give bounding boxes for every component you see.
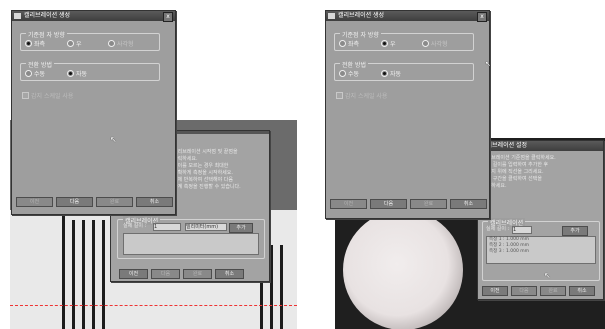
mouse-pointer-icon: ↖ [544, 271, 551, 280]
radio-dot [25, 70, 32, 77]
window-title: 캘리브레이션 생성 [24, 12, 71, 19]
finish-button[interactable]: 완료 [183, 269, 212, 279]
radio-label: 자동 [76, 71, 88, 78]
radio-manual[interactable]: 수동 [25, 69, 45, 78]
close-icon[interactable]: x [163, 12, 173, 22]
checkbox-label: 감지 스케일 사용 [345, 93, 388, 100]
radio-label: 사각형 [117, 41, 134, 48]
radio-label: 우 [76, 41, 82, 48]
dialog-buttons: 이전 다음 완료 취소 [330, 199, 487, 209]
group-caption: 전환 방법 [26, 60, 54, 69]
instructions-text: 캘리브레이션 시작점 및 끝점을 클릭하세요. 길이를 모르는 경우 최대한 정… [173, 149, 241, 190]
mouse-pointer-icon: ↖ [110, 135, 117, 144]
radio-label: 수동 [348, 71, 360, 78]
checkbox-box [22, 92, 29, 99]
instructions-text: 캘리브레이션 기준점을 클릭하세요. 측정 길이를 입력하여 추가한 후 이미지… [482, 155, 556, 189]
radio-dot [67, 70, 74, 77]
radio-right-edge[interactable]: 우 [67, 39, 82, 48]
prev-button[interactable]: 이전 [330, 199, 367, 209]
radio-auto[interactable]: 자동 [67, 69, 87, 78]
add-button[interactable]: 추가 [229, 223, 253, 233]
radio-label: 좌측 [348, 41, 360, 48]
finish-button[interactable]: 완료 [96, 197, 133, 207]
finish-button[interactable]: 완료 [540, 286, 566, 296]
checkbox-label: 감지 스케일 사용 [31, 93, 74, 100]
next-button[interactable]: 다음 [370, 199, 407, 209]
radio-label: 우 [390, 41, 396, 48]
radio-dot [108, 40, 115, 47]
dialog-buttons: 이전 다음 완료 취소 [16, 197, 173, 207]
radio-dot [381, 70, 388, 77]
window-title: 캘리브레이션 생성 [338, 12, 385, 19]
next-button[interactable]: 다음 [511, 286, 537, 296]
radio-label: 사각형 [431, 41, 448, 48]
calibration-wizard-right: 캘리브레이션 생성 x 기준점 자 방향 좌측 우 사각형 전환 방법 수동 자… [325, 10, 490, 219]
finish-button[interactable]: 완료 [410, 199, 447, 209]
checkbox-box [336, 92, 343, 99]
radio-dot [339, 40, 346, 47]
calibration-list[interactable] [123, 233, 259, 255]
calibration-list[interactable]: 측정 1 : 1.000 mm 측정 2 : 1.000 mm 측정 3 : 1… [486, 236, 596, 264]
add-button[interactable]: 추가 [562, 226, 588, 236]
radio-label: 좌측 [34, 41, 46, 48]
app-icon [328, 13, 335, 19]
prev-button[interactable]: 이전 [16, 197, 53, 207]
length-label: 실제 길이 : [486, 226, 510, 232]
dialog-buttons-left: 이전 다음 완료 취소 [119, 269, 244, 279]
dialog-buttons-right: 이전 다음 완료 취소 [482, 286, 595, 296]
disk-sample [343, 210, 463, 329]
radio-label: 자동 [390, 71, 402, 78]
close-icon[interactable]: x [477, 12, 487, 22]
prev-button[interactable]: 이전 [119, 269, 148, 279]
group-caption: 기준점 자 방향 [340, 30, 381, 39]
group-caption: 전환 방법 [340, 60, 368, 69]
radio-manual[interactable]: 수동 [339, 69, 359, 78]
next-button[interactable]: 다음 [56, 197, 93, 207]
radio-left-edge[interactable]: 좌측 [339, 39, 359, 48]
length-input[interactable]: 1 [153, 223, 181, 231]
cancel-button[interactable]: 취소 [215, 269, 244, 279]
ruler-tick [270, 245, 273, 329]
calibration-wizard-left: 캘리브레이션 생성 x 기준점 자 방향 좌측 우 사각형 전환 방법 수동 자… [11, 10, 176, 215]
titlebar: 캘리브레이션 생성 x [12, 11, 175, 22]
group-caption: 기준점 자 방향 [26, 30, 67, 39]
radio-label: 수동 [34, 71, 46, 78]
ruler-tick [62, 215, 65, 329]
radio-rectangle[interactable]: 사각형 [108, 39, 134, 48]
unit-select[interactable]: 밀리미터(mm) [185, 223, 227, 231]
length-input[interactable]: 1 [512, 226, 532, 234]
cancel-button[interactable]: 취소 [136, 197, 173, 207]
mouse-pointer-icon: ↖ [485, 60, 491, 68]
length-label: 실제 길이 : [123, 223, 147, 229]
auto-scale-checkbox[interactable]: 감지 스케일 사용 [336, 91, 387, 100]
radio-dot [381, 40, 388, 47]
radio-dot [422, 40, 429, 47]
ruler-tick [92, 220, 95, 329]
ruler-tick [82, 220, 85, 329]
radio-right-edge[interactable]: 우 [381, 39, 396, 48]
titlebar: 캘리브레이션 설정 [478, 141, 603, 151]
ruler-tick [280, 245, 283, 329]
ruler-tick [72, 220, 75, 329]
calibration-dialog-right: 캘리브레이션 설정 캘리브레이션 기준점을 클릭하세요. 측정 길이를 입력하여… [477, 140, 604, 300]
auto-scale-checkbox[interactable]: 감지 스케일 사용 [22, 91, 73, 100]
radio-dot [25, 40, 32, 47]
list-item[interactable]: 측정 3 : 1.000 mm [487, 249, 595, 255]
radio-dot [67, 40, 74, 47]
next-button[interactable]: 다음 [151, 269, 180, 279]
app-icon [14, 13, 21, 19]
radio-dot [339, 70, 346, 77]
titlebar: 캘리브레이션 생성 x [326, 11, 489, 22]
ruler-tick [102, 220, 105, 329]
radio-rectangle[interactable]: 사각형 [422, 39, 448, 48]
radio-left-edge[interactable]: 좌측 [25, 39, 45, 48]
calibration-line [10, 305, 297, 307]
radio-auto[interactable]: 자동 [381, 69, 401, 78]
cancel-button[interactable]: 취소 [450, 199, 487, 209]
prev-button[interactable]: 이전 [482, 286, 508, 296]
cancel-button[interactable]: 취소 [569, 286, 595, 296]
